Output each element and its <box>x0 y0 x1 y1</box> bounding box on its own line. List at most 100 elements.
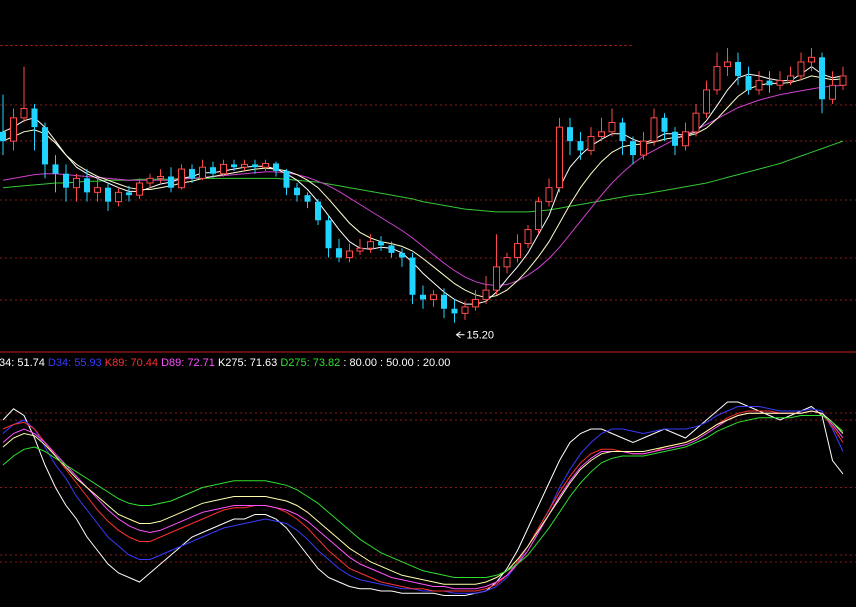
candle-body <box>755 80 763 91</box>
candle-body <box>199 166 206 179</box>
candle-body <box>388 245 395 253</box>
candle-body <box>672 131 678 146</box>
candle-body <box>294 187 300 196</box>
legend-item: D34: 55.93 <box>45 357 102 369</box>
candle-body <box>105 187 111 202</box>
candle-body <box>640 140 647 156</box>
candle-body <box>703 89 710 114</box>
candle-body <box>650 117 658 142</box>
candle-body <box>84 178 90 193</box>
candle-body <box>493 266 500 291</box>
candle-body <box>136 182 143 196</box>
legend-item: K275: 71.63 <box>215 357 277 369</box>
oscillator-series-2 <box>2 406 844 594</box>
candle-body <box>73 177 80 189</box>
candle-body <box>766 80 773 86</box>
candle-body <box>839 75 847 86</box>
candle-body <box>692 112 700 133</box>
candle-body <box>608 122 616 133</box>
candle-body <box>808 56 815 63</box>
candle-body <box>556 126 563 189</box>
legend-item: : 80.00 <box>340 357 377 369</box>
candle-body <box>304 195 311 202</box>
legend-item: D89: 72.71 <box>158 357 215 369</box>
candle-body <box>735 61 741 76</box>
candle-body <box>157 176 164 179</box>
candle-body <box>10 117 17 142</box>
candle-body <box>524 229 532 245</box>
candle-body <box>745 75 752 90</box>
candle-body <box>189 169 195 179</box>
candle-body <box>587 135 595 151</box>
candle-body <box>241 163 248 168</box>
candle-body <box>724 61 731 68</box>
top-divider <box>0 45 632 46</box>
candle-body <box>535 201 542 231</box>
candle-body <box>661 117 668 132</box>
candle-body <box>682 131 689 147</box>
candle-body <box>776 80 784 86</box>
candle-body <box>63 173 69 188</box>
oscillator-series-3 <box>2 410 844 592</box>
candles-group <box>0 48 847 323</box>
candle-body <box>619 122 626 142</box>
candle-body <box>451 308 458 314</box>
candle-body <box>797 61 805 77</box>
candle-body <box>356 247 364 252</box>
candle-body <box>262 162 269 168</box>
candle-body <box>220 163 227 175</box>
candle-body <box>20 108 28 119</box>
candle-body <box>514 243 521 259</box>
candle-body <box>461 306 469 314</box>
candle-body <box>283 170 290 188</box>
ma-fast-line <box>2 65 844 305</box>
candle-body <box>42 127 48 165</box>
candle-body <box>31 108 38 128</box>
low-price-label: 15.20 <box>467 330 495 342</box>
oscillator-series-5 <box>2 410 844 585</box>
legend-item: K89: 70.44 <box>102 357 158 369</box>
candle-body <box>325 220 332 249</box>
legend-item: : 50.00 <box>377 357 414 369</box>
candle-body <box>178 168 185 189</box>
candle-body <box>713 66 721 91</box>
ma-slow-line <box>2 84 844 287</box>
candle-body <box>336 248 342 258</box>
candle-body <box>545 187 553 203</box>
oscillator-series-6 <box>2 415 844 578</box>
candle-body <box>126 192 132 196</box>
candle-body <box>273 163 279 171</box>
chart-root: 15.20 34: 51.74 D34: 55.93 K89: 70.44 D89… <box>0 0 856 602</box>
candle-body <box>472 298 479 308</box>
candle-body <box>503 257 511 268</box>
candle-body <box>482 289 490 300</box>
candle-body <box>430 294 437 300</box>
candle-body <box>598 131 605 137</box>
candle-body <box>146 177 154 184</box>
candle-body <box>420 294 426 300</box>
candle-body <box>441 294 447 309</box>
candle-body <box>252 164 258 168</box>
candle-body <box>630 141 636 156</box>
legend-item: 34: 51.74 <box>0 357 45 369</box>
candle-body <box>315 201 321 221</box>
candle-body <box>567 127 573 142</box>
candle-body <box>367 241 374 249</box>
oscillator-legend: 34: 51.74 D34: 55.93 K89: 70.44 D89: 72.… <box>0 357 450 369</box>
legend-item: D275: 73.82 <box>277 357 340 369</box>
candle-body <box>378 241 384 246</box>
candle-body <box>399 252 405 258</box>
candle-body <box>0 131 6 142</box>
candle-body <box>231 164 237 168</box>
legend-item: : 20.00 <box>414 357 451 369</box>
oscillator-series-4 <box>2 410 844 590</box>
candle-body <box>409 257 416 295</box>
candle-body <box>115 191 122 203</box>
candle-body <box>577 141 584 151</box>
candle-body <box>787 75 794 82</box>
candle-body <box>168 176 174 188</box>
candle-body <box>210 167 216 174</box>
candle-body <box>52 164 59 174</box>
candle-body <box>94 187 101 193</box>
candle-body <box>829 84 836 100</box>
